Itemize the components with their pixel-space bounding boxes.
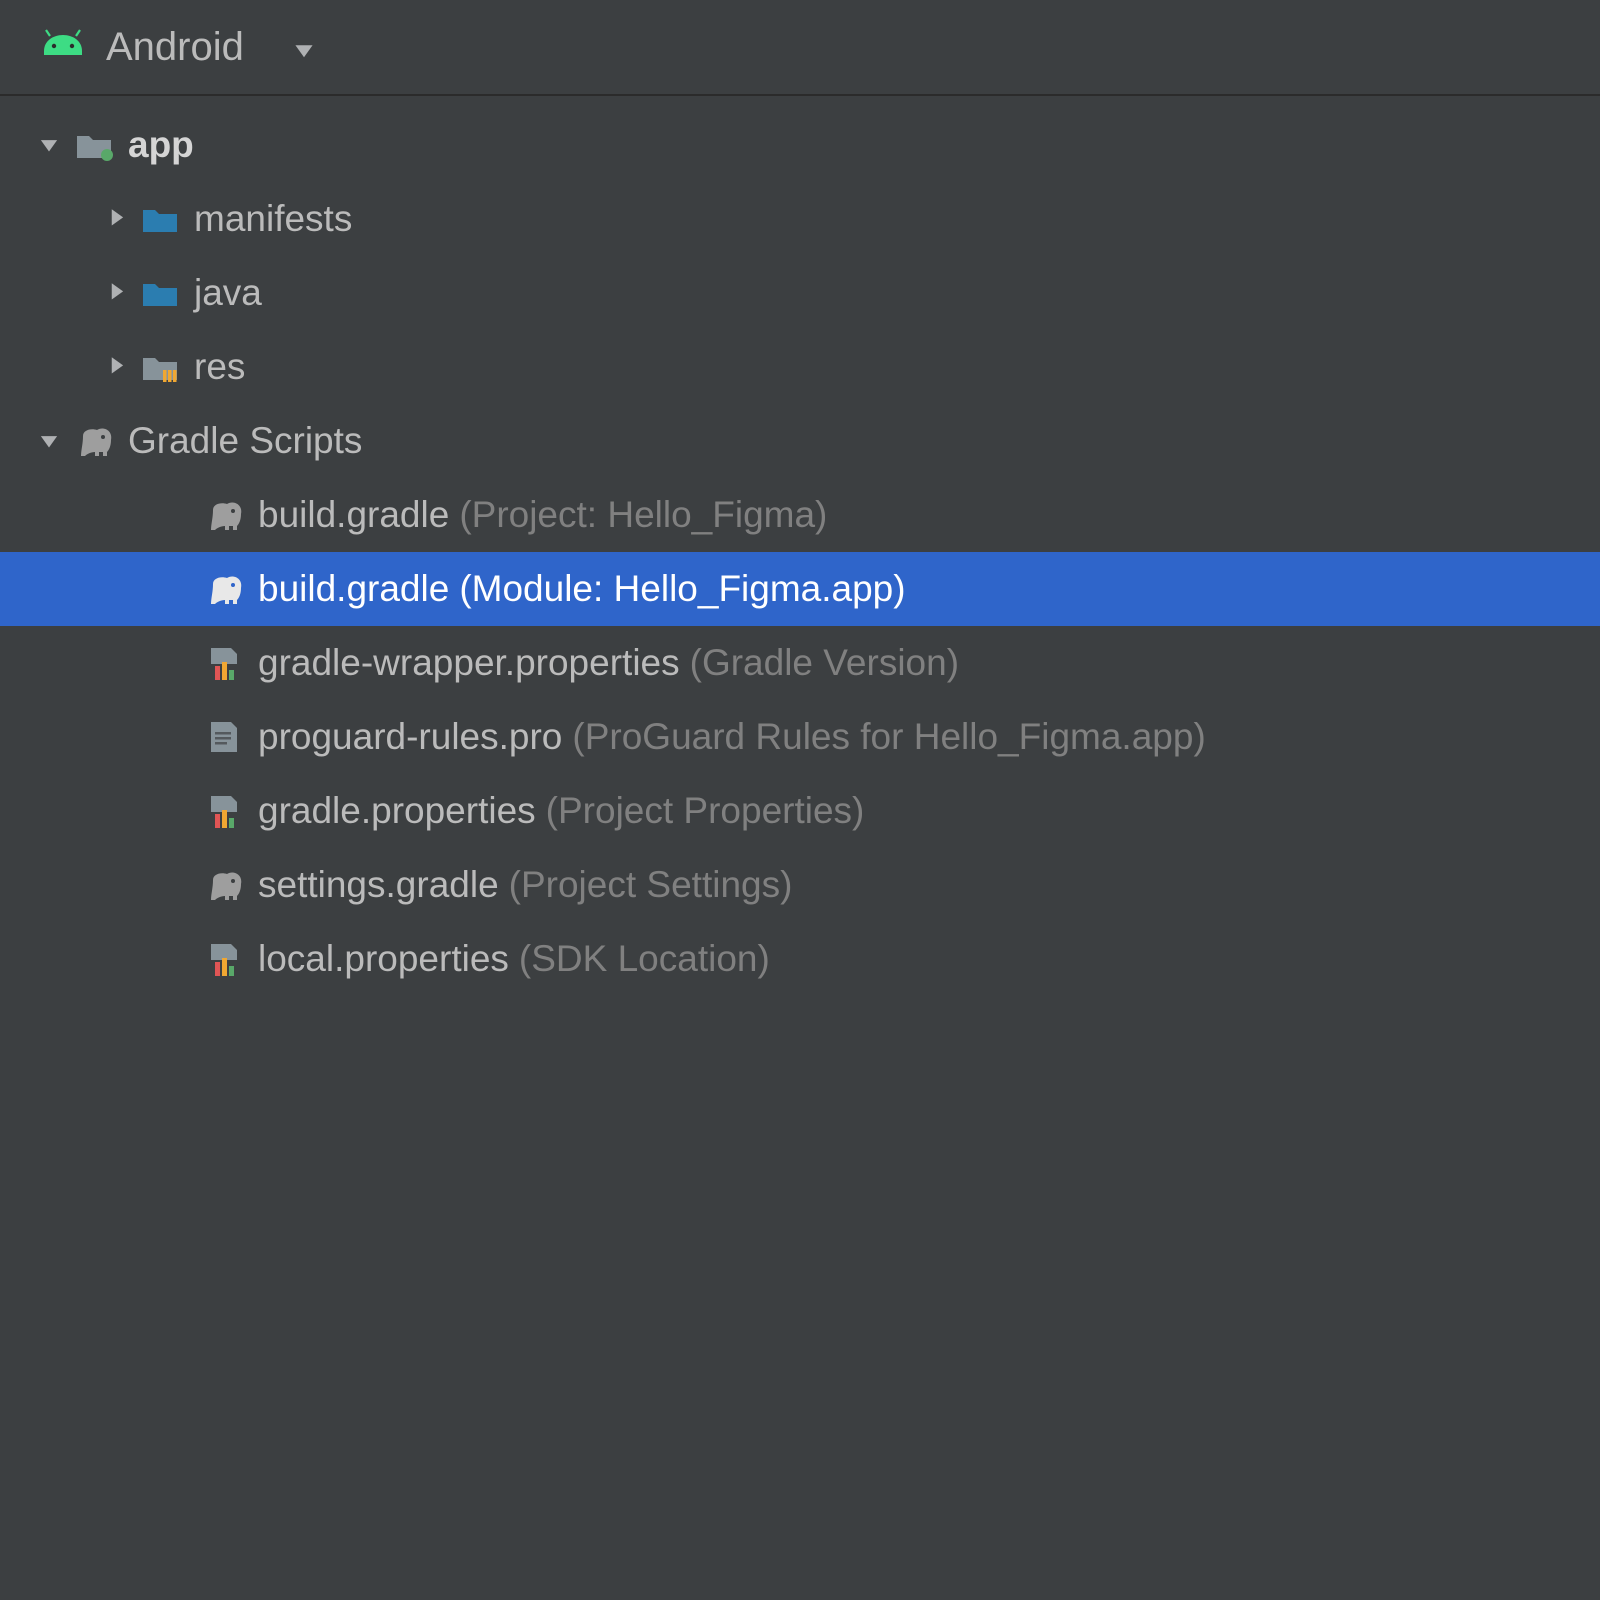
tree-annotation: (Project: Hello_Figma) [459, 494, 827, 536]
tree-node-gradle-file[interactable]: gradle.properties(Project Properties) [0, 774, 1600, 848]
props-icon [200, 794, 248, 828]
view-selector-label: Android [106, 25, 244, 70]
tree-label: proguard-rules.pro [258, 716, 562, 758]
expand-icon[interactable] [94, 354, 136, 380]
project-view-header[interactable]: Android [0, 0, 1600, 96]
tree-node-gradle-file[interactable]: local.properties(SDK Location) [0, 922, 1600, 996]
tree-annotation: (Project Settings) [509, 864, 793, 906]
module-folder-icon [70, 128, 118, 162]
tree-annotation: (Project Properties) [546, 790, 865, 832]
folder-icon [136, 202, 184, 236]
expand-icon[interactable] [28, 132, 70, 158]
tree-node-gradle-file[interactable]: gradle-wrapper.properties(Gradle Version… [0, 626, 1600, 700]
tree-annotation: (SDK Location) [519, 938, 770, 980]
res-folder-icon [136, 350, 184, 384]
props-icon [200, 942, 248, 976]
android-icon [40, 26, 86, 68]
tree-node-gradle-scripts[interactable]: Gradle Scripts [0, 404, 1600, 478]
tree-annotation: (Gradle Version) [690, 642, 959, 684]
tree-label: app [128, 124, 194, 166]
tree-label: manifests [194, 198, 352, 240]
tree-label: res [194, 346, 245, 388]
project-tree: app manifests java res Gradle Scripts bu… [0, 96, 1600, 996]
expand-icon[interactable] [28, 428, 70, 454]
tree-label: gradle-wrapper.properties [258, 642, 680, 684]
elephant-icon [200, 572, 248, 606]
tree-label: Gradle Scripts [128, 420, 362, 462]
tree-node-app[interactable]: app [0, 108, 1600, 182]
tree-node-gradle-file[interactable]: build.gradle(Project: Hello_Figma) [0, 478, 1600, 552]
chevron-down-icon [264, 26, 316, 68]
expand-icon[interactable] [94, 206, 136, 232]
elephant-icon [200, 498, 248, 532]
tree-label: local.properties [258, 938, 509, 980]
tree-annotation: (ProGuard Rules for Hello_Figma.app) [572, 716, 1205, 758]
folder-icon [136, 276, 184, 310]
textfile-icon [200, 720, 248, 754]
tree-label: gradle.properties [258, 790, 536, 832]
tree-node-manifests[interactable]: manifests [0, 182, 1600, 256]
tree-label: build.gradle [258, 568, 449, 610]
tree-node-gradle-file[interactable]: build.gradle(Module: Hello_Figma.app) [0, 552, 1600, 626]
expand-icon[interactable] [94, 280, 136, 306]
tree-annotation: (Module: Hello_Figma.app) [459, 568, 905, 610]
tree-node-gradle-file[interactable]: settings.gradle(Project Settings) [0, 848, 1600, 922]
tree-label: settings.gradle [258, 864, 499, 906]
tree-node-java[interactable]: java [0, 256, 1600, 330]
props-icon [200, 646, 248, 680]
tree-node-gradle-file[interactable]: proguard-rules.pro(ProGuard Rules for He… [0, 700, 1600, 774]
tree-label: build.gradle [258, 494, 449, 536]
tree-node-res[interactable]: res [0, 330, 1600, 404]
gradle-icon [70, 424, 118, 458]
tree-label: java [194, 272, 262, 314]
elephant-icon [200, 868, 248, 902]
